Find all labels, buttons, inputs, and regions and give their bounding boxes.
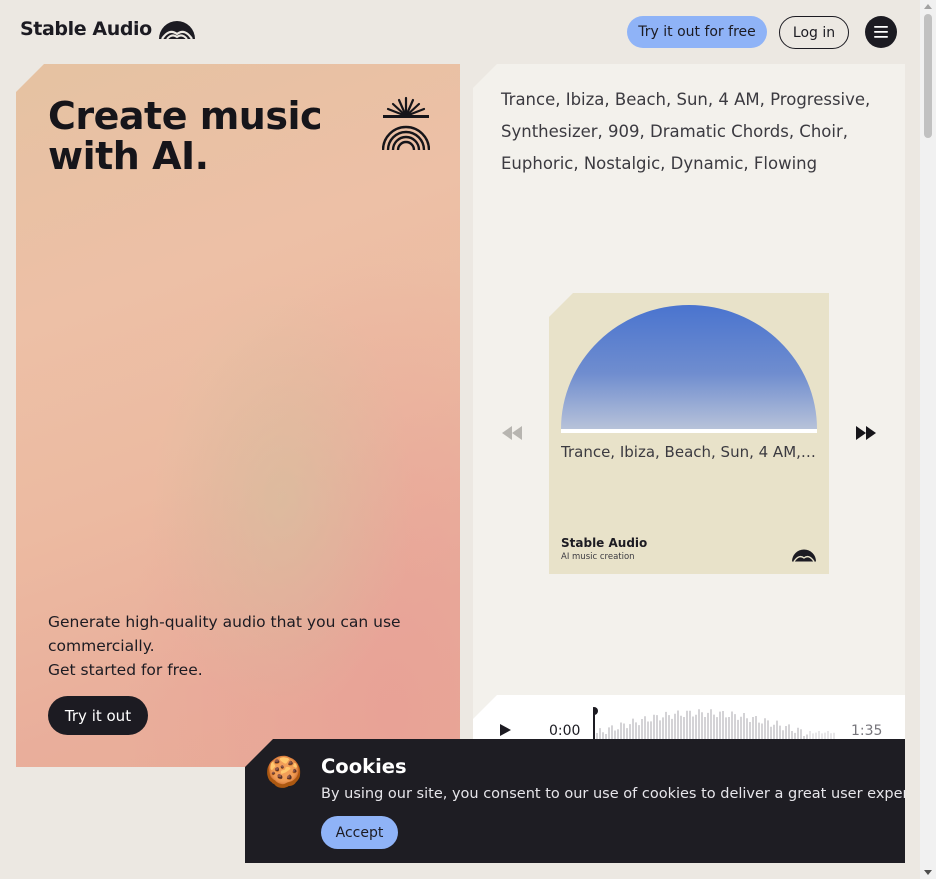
menu-button[interactable] — [865, 16, 897, 48]
current-time: 0:00 — [549, 723, 581, 739]
hero-description: Generate high-quality audio that you can… — [48, 610, 428, 682]
player-card: Trance, Ibiza, Beach, Sun, 4 AM, Progres… — [473, 64, 905, 767]
try-free-button[interactable]: Try it out for free — [627, 16, 767, 48]
previous-track-button[interactable] — [499, 423, 525, 445]
accept-cookies-button[interactable]: Accept — [321, 816, 398, 849]
next-track-button[interactable] — [853, 423, 879, 445]
hero-description-line2: Get started for free. — [48, 661, 203, 679]
cookie-text: By using our site, you consent to our us… — [321, 786, 936, 802]
logo-mountain-icon — [158, 21, 195, 40]
login-button[interactable]: Log in — [779, 16, 849, 49]
playhead-knob — [593, 707, 598, 715]
album-brand: Stable Audio — [561, 536, 648, 550]
album-subtitle: AI music creation — [561, 552, 635, 562]
album-art — [561, 305, 817, 433]
hamburger-menu-icon — [874, 26, 888, 38]
hero-card: Create music with AI. Generate high-qual… — [16, 64, 460, 767]
album-card[interactable]: Trance, Ibiza, Beach, Sun, 4 AM, Progres… — [549, 293, 829, 574]
prompt-text: Trance, Ibiza, Beach, Sun, 4 AM, Progres… — [501, 90, 871, 173]
play-button[interactable] — [497, 723, 513, 739]
fast-forward-icon — [856, 425, 876, 440]
cookie-banner: 🍪 Cookies By using our site, you consent… — [245, 739, 905, 863]
cookie-icon: 🍪 — [265, 755, 303, 790]
page-scrollbar[interactable] — [920, 0, 936, 879]
scroll-down-arrow-icon[interactable] — [924, 870, 932, 875]
site-header: Stable Audio Try it out for free Log in — [0, 0, 920, 64]
album-logo-icon — [792, 549, 816, 562]
sun-rainbow-icon — [382, 96, 430, 151]
scroll-thumb[interactable] — [924, 14, 932, 138]
rewind-icon — [502, 425, 522, 440]
site-logo[interactable]: Stable Audio — [20, 18, 196, 40]
play-icon — [500, 724, 511, 736]
scroll-up-arrow-icon[interactable] — [924, 4, 932, 9]
total-time: 1:35 — [851, 723, 883, 739]
try-it-out-button[interactable]: Try it out — [48, 696, 148, 735]
hero-title: Create music with AI. — [48, 94, 323, 178]
hero-description-line1: Generate high-quality audio that you can… — [48, 613, 401, 655]
cookie-title: Cookies — [321, 755, 407, 778]
album-track-title: Trance, Ibiza, Beach, Sun, 4 AM, Progres… — [561, 443, 817, 461]
logo-text: Stable Audio — [20, 18, 152, 40]
